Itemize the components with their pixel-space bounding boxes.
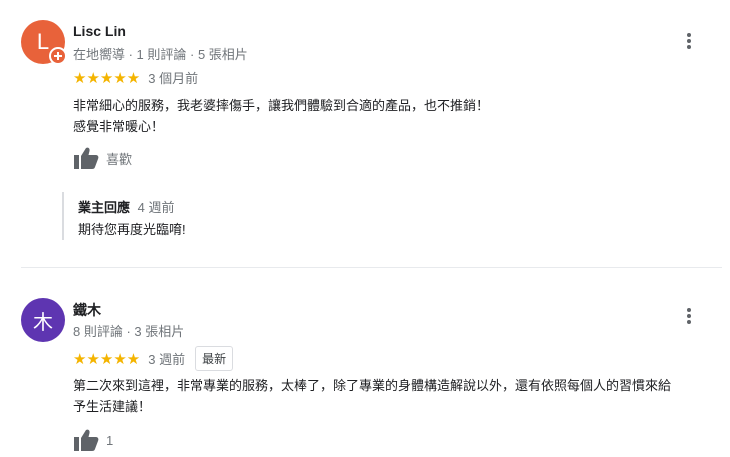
review-time: 3 週前	[148, 352, 186, 367]
review-text: 非常細心的服務，我老婆摔傷手，讓我們體驗到合適的產品，也不推銷！ 感覺非常暖心！	[73, 95, 693, 137]
like-button[interactable]: 1	[73, 428, 113, 452]
star-rating: ★★★★★	[73, 350, 141, 368]
rating-row: ★★★★★ 3 個月前	[73, 68, 198, 87]
review-time: 3 個月前	[148, 71, 199, 86]
local-guide-badge-icon	[49, 47, 67, 65]
rating-row: ★★★★★ 3 週前 最新	[73, 346, 234, 371]
owner-reply-header: 業主回應 4 週前	[78, 192, 186, 216]
review-text-line: 第二次來到這裡，非常專業的服務，太棒了，除了專業的身體構造解說以外，還有依照每個…	[73, 378, 672, 393]
reviewer-name[interactable]: 鐵木	[73, 300, 101, 320]
like-count: 1	[106, 432, 114, 448]
like-button[interactable]: 喜歡	[73, 146, 132, 170]
avatar[interactable]: 木	[21, 298, 65, 342]
like-label: 喜歡	[106, 151, 133, 167]
owner-reply-time: 4 週前	[137, 200, 175, 215]
owner-reply: 業主回應 4 週前 期待您再度光臨唷!	[62, 192, 186, 240]
owner-reply-label: 業主回應	[78, 200, 131, 215]
review-card: L Lisc Lin 在地嚮導 · 1 則評論 · 5 張相片 ★★★★★ 3 …	[0, 0, 730, 268]
avatar-letter: L	[36, 29, 50, 54]
reviewer-meta: 在地嚮導 · 1 則評論 · 5 張相片	[73, 47, 248, 62]
thumbs-up-icon	[74, 147, 99, 169]
review-text: 第二次來到這裡，非常專業的服務，太棒了，除了專業的身體構造解說以外，還有依照每個…	[73, 375, 718, 417]
reviewer-meta: 8 則評論 · 3 張相片	[73, 324, 185, 339]
avatar[interactable]: L	[21, 20, 67, 65]
review-text-line: 予生活建議！	[73, 399, 152, 414]
owner-reply-text: 期待您再度光臨唷!	[78, 222, 186, 237]
more-options-icon[interactable]	[684, 306, 694, 326]
reviewer-name[interactable]: Lisc Lin	[73, 23, 126, 39]
new-badge: 最新	[195, 346, 234, 371]
avatar-letter: 木	[33, 311, 53, 334]
more-options-icon[interactable]	[684, 31, 694, 51]
thumbs-up-icon	[74, 429, 99, 451]
star-rating: ★★★★★	[73, 69, 141, 87]
review-card: 木 鐵木 8 則評論 · 3 張相片 ★★★★★ 3 週前 最新 第二次來到這裡…	[0, 268, 730, 457]
review-text-line: 感覺非常暖心！	[73, 119, 165, 134]
review-text-line: 非常細心的服務，我老婆摔傷手，讓我們體驗到合適的產品，也不推銷！	[73, 98, 490, 113]
